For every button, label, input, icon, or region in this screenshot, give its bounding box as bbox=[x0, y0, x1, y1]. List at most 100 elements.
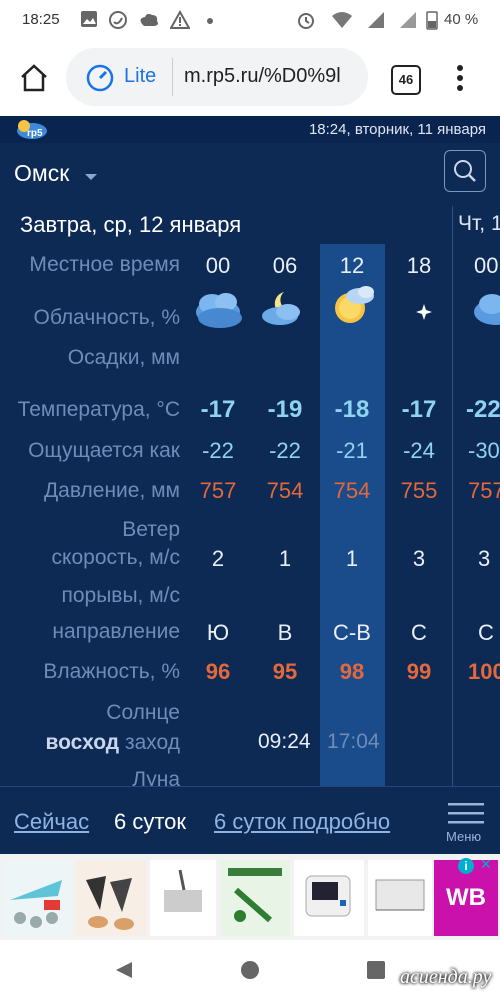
cloud-app-icon bbox=[138, 10, 160, 34]
cloudy-icon[interactable] bbox=[190, 286, 246, 337]
tabs-count-button[interactable]: 46 bbox=[391, 65, 421, 95]
battery-percent: 40 % bbox=[444, 11, 479, 28]
wind-speed-2: 1 bbox=[345, 546, 359, 571]
next-day-title: Чт, 1 bbox=[458, 212, 500, 235]
search-button[interactable] bbox=[444, 150, 486, 192]
svg-text:rp5: rp5 bbox=[27, 128, 43, 139]
alarm-icon bbox=[296, 10, 316, 34]
label-pressure: Давление, мм bbox=[43, 479, 180, 502]
label-local-time: Местное время bbox=[29, 253, 180, 276]
ad-choices-icon[interactable]: i bbox=[458, 858, 474, 874]
partly-cloudy-night-icon[interactable] bbox=[258, 286, 310, 335]
signal-icon bbox=[366, 10, 386, 34]
label-sunrise: восход bbox=[45, 731, 120, 754]
wind-speed-4: 3 bbox=[478, 546, 491, 571]
wind-speed-0: 2 bbox=[211, 546, 225, 571]
nav-six-days-detailed-link[interactable]: 6 суток подробно bbox=[214, 809, 390, 835]
divider bbox=[172, 58, 173, 96]
label-wind-speed: скорость, м/с bbox=[51, 546, 180, 569]
sunrise-time: 09:24 bbox=[258, 730, 311, 753]
menu-label[interactable]: Меню bbox=[446, 829, 481, 844]
sunset-time: 17:04 bbox=[327, 730, 380, 753]
temperature-3: -17 bbox=[401, 396, 437, 423]
feels-like-4: -30 bbox=[468, 438, 500, 463]
humidity-1: 95 bbox=[272, 659, 298, 684]
feels-like-3: -24 bbox=[403, 438, 435, 463]
city-selector[interactable]: Омск bbox=[14, 160, 69, 187]
recent-apps-icon[interactable] bbox=[366, 960, 386, 985]
feels-like-0: -22 bbox=[202, 438, 234, 463]
label-cloudiness: Облачность, % bbox=[33, 306, 180, 329]
current-datetime: 18:24, вторник, 11 января bbox=[308, 121, 486, 138]
label-sun: Солнце bbox=[106, 701, 180, 724]
feels-like-2: -21 bbox=[336, 438, 368, 463]
signal-2-icon bbox=[398, 10, 418, 34]
temperature-2: -18 bbox=[334, 396, 370, 423]
menu-icon[interactable] bbox=[446, 801, 486, 832]
sunrise-sunset-label: восход заход bbox=[45, 731, 180, 755]
ad-thumb-pastry-bags[interactable] bbox=[2, 860, 72, 936]
home-icon[interactable] bbox=[18, 62, 50, 99]
cloudy-icon-next[interactable] bbox=[470, 286, 500, 337]
ad-close-icon[interactable]: ✕ bbox=[480, 856, 492, 873]
temperature-0: -17 bbox=[200, 396, 236, 423]
rp5-logo[interactable]: rp5 bbox=[14, 118, 48, 145]
url-text[interactable]: m.rp5.ru/%D0%9l bbox=[184, 65, 364, 88]
chevron-down-icon[interactable] bbox=[84, 168, 98, 186]
direction-4: С bbox=[478, 620, 494, 645]
nav-six-days-current[interactable]: 6 суток bbox=[114, 809, 186, 835]
weather-app: rp5 18:24, вторник, 11 января Омск Завтр… bbox=[0, 116, 500, 786]
ad-thumb-tool[interactable] bbox=[150, 860, 216, 936]
label-precipitation: Осадки, мм bbox=[67, 346, 180, 369]
back-icon[interactable] bbox=[114, 960, 134, 985]
nav-now-link[interactable]: Сейчас bbox=[14, 809, 89, 835]
search-icon bbox=[454, 160, 476, 182]
speedometer-icon bbox=[86, 64, 114, 97]
status-bar: 18:25 40 % bbox=[0, 0, 500, 40]
day-divider bbox=[452, 206, 453, 786]
wifi-icon bbox=[330, 10, 354, 34]
direction-0: Ю bbox=[206, 620, 230, 645]
image-icon bbox=[80, 10, 98, 32]
label-gusts: порывы, м/с bbox=[61, 584, 180, 607]
notification-dot-icon bbox=[206, 12, 214, 29]
label-humidity: Влажность, % bbox=[43, 660, 180, 683]
ad-thumb-tonometer[interactable] bbox=[294, 860, 364, 936]
label-temperature: Температура, °C bbox=[17, 398, 180, 421]
label-feels-like: Ощущается как bbox=[28, 439, 180, 462]
whatsapp-icon bbox=[108, 10, 128, 34]
day-title: Завтра, ср, 12 января bbox=[20, 212, 242, 237]
label-direction: направление bbox=[52, 620, 180, 643]
partly-cloudy-day-icon[interactable] bbox=[326, 280, 380, 335]
clear-night-icon[interactable] bbox=[400, 294, 436, 333]
humidity-4: 100 bbox=[468, 659, 500, 684]
watermark-text: асиенда.ру bbox=[400, 966, 492, 988]
pressure-3: 755 bbox=[400, 478, 438, 503]
ad-thumb-molds[interactable] bbox=[76, 860, 146, 936]
ad-brand-text: WB bbox=[446, 884, 486, 911]
ad-thumb-tapetool[interactable] bbox=[220, 860, 290, 936]
battery-icon bbox=[426, 10, 438, 34]
label-wind: Ветер bbox=[122, 518, 180, 541]
ad-thumb-tray[interactable] bbox=[368, 860, 432, 936]
address-bar[interactable]: Lite m.rp5.ru/%D0%9l bbox=[66, 48, 368, 106]
label-sunset: заход bbox=[124, 731, 180, 754]
pressure-0: 757 bbox=[199, 478, 237, 503]
hour-1: 06 bbox=[272, 253, 298, 278]
temperature-4: -22 bbox=[466, 396, 500, 423]
pressure-1: 754 bbox=[266, 478, 304, 503]
home-circle-icon[interactable] bbox=[240, 960, 260, 985]
more-menu-icon[interactable] bbox=[456, 64, 464, 99]
feels-like-1: -22 bbox=[269, 438, 301, 463]
ad-banner[interactable]: WB i ✕ bbox=[0, 854, 500, 940]
hour-0: 00 bbox=[205, 253, 231, 278]
humidity-2: 98 bbox=[339, 659, 365, 684]
wind-speed-1: 1 bbox=[278, 546, 292, 571]
label-moon: Луна bbox=[132, 768, 180, 786]
pressure-2: 754 bbox=[333, 478, 371, 503]
temperature-1: -19 bbox=[267, 396, 303, 423]
direction-1: В bbox=[277, 620, 293, 645]
direction-3: С bbox=[411, 620, 427, 645]
system-navigation-bar: асиенда.ру bbox=[0, 940, 500, 1000]
hour-4: 00 bbox=[474, 253, 499, 278]
